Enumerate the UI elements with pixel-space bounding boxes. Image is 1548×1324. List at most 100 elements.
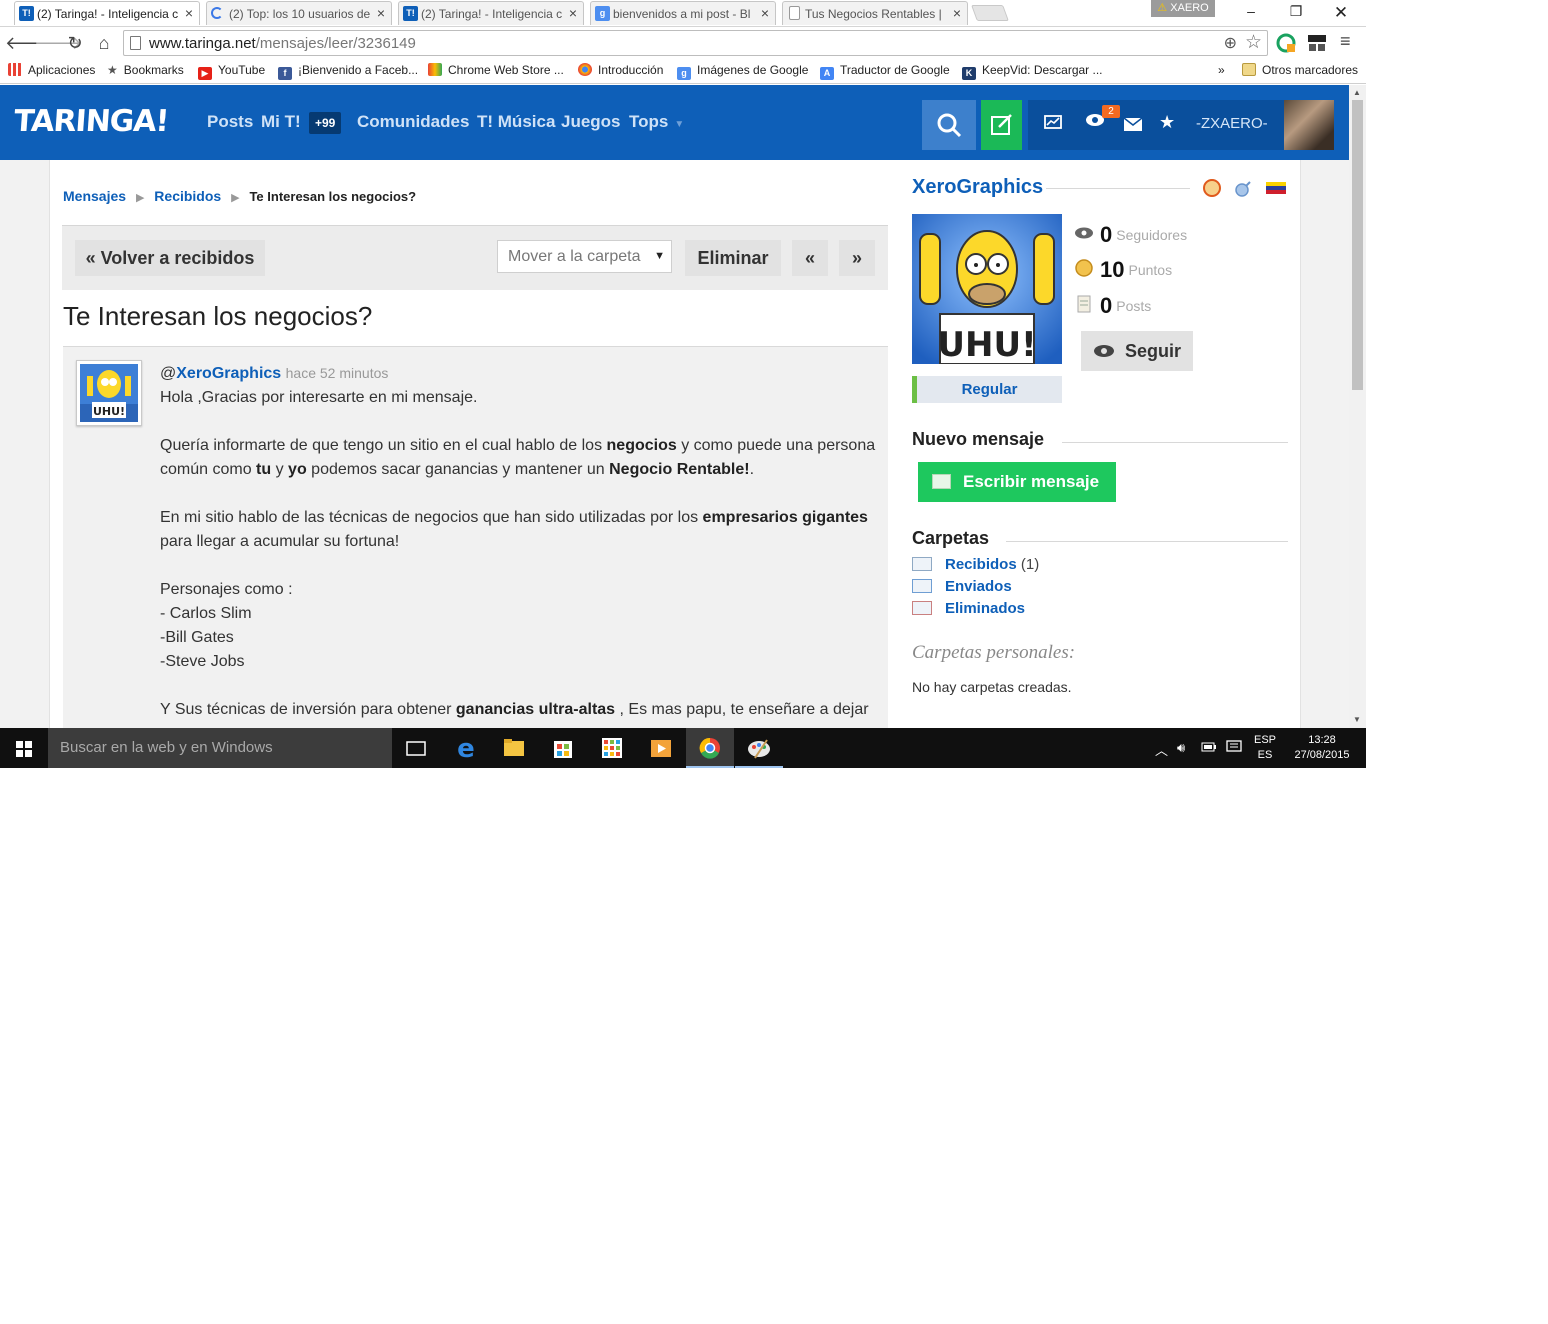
folder-recibidos[interactable]: Recibidos (1) [912,556,1039,573]
tab-taringa-2[interactable]: T! (2) Taringa! - Inteligencia c × [398,1,584,25]
url-text[interactable]: www.taringa.net/mensajes/leer/3236149 [149,35,416,52]
folder-enviados[interactable]: Enviados [912,578,1012,595]
nav-posts[interactable]: Posts [207,112,253,132]
tab-title: Tus Negocios Rentables | [805,7,942,21]
action-center-icon[interactable] [1226,740,1242,757]
nav-comunidades[interactable]: Comunidades [357,112,469,132]
move-to-folder-select[interactable]: Mover a la carpeta ▼ [497,240,672,273]
start-button[interactable] [0,728,48,768]
tab-blogger[interactable]: g bienvenidos a mi post - Bl × [590,1,776,25]
new-post-button[interactable] [981,100,1022,150]
close-icon[interactable]: × [377,5,385,21]
follow-button[interactable]: Seguir [1081,331,1193,371]
home-button[interactable]: ⌂ [92,31,116,55]
page-scrollbar[interactable]: ▲ ▼ [1349,85,1366,728]
reload-button[interactable]: ↻ [63,31,87,55]
apps-grid-icon [8,63,22,76]
bookmark-apps[interactable]: Aplicaciones [8,63,95,77]
edge-app[interactable]: e [442,728,490,768]
bookmark-traductor[interactable]: A Traductor de Google [820,63,950,80]
tray-chevron-up-icon[interactable]: ︿ [1155,740,1168,759]
window-close-button[interactable]: ✕ [1318,3,1364,23]
tab-title: (2) Top: los 10 usuarios de [229,7,371,21]
bookmarks-overflow-button[interactable]: » [1218,63,1225,77]
chrome-menu-icon[interactable]: ≡ [1340,31,1351,52]
bookmark-youtube[interactable]: ▶ YouTube [198,63,265,80]
write-message-button[interactable]: Escribir mensaje [918,462,1116,502]
bookmark-chrome-store[interactable]: Chrome Web Store ... [428,63,564,77]
user-avatar[interactable] [1284,100,1334,150]
tab-top-usuarios[interactable]: (2) Top: los 10 usuarios de × [206,1,392,25]
taringa-logo[interactable]: TARINGA! [13,104,170,139]
favorites-star-icon[interactable]: ★ [1159,112,1175,133]
extension-icon[interactable] [1276,33,1296,53]
message-paragraph: Y Sus técnicas de inversión para obtener… [160,701,869,718]
nav-mi-t[interactable]: Mi T! [261,112,301,132]
chrome-profile-badge[interactable]: ⚠ XAERO [1151,0,1215,17]
tab-taringa-active[interactable]: T! (2) Taringa! - Inteligencia c × [14,1,200,25]
chrome-app[interactable] [686,728,734,768]
breadcrumb-recibidos[interactable]: Recibidos [154,188,221,204]
profile-name-link[interactable]: XeroGraphics [912,176,1043,199]
scrollbar-thumb[interactable] [1352,100,1363,390]
nav-juegos[interactable]: Juegos [561,112,621,132]
tab-negocios[interactable]: Tus Negocios Rentables | × [782,1,968,25]
chevron-right-icon: ▶ [135,192,145,204]
username[interactable]: -ZXAERO- [1196,115,1268,132]
minimize-button[interactable]: – [1228,3,1274,23]
profile-image[interactable]: UHU! [912,214,1062,365]
store-app[interactable] [539,728,587,768]
bookmark-facebook[interactable]: f ¡Bienvenido a Faceb... [278,63,418,80]
close-icon[interactable]: × [185,5,193,21]
nav-tops[interactable]: Tops ▼ [629,112,684,132]
close-icon[interactable]: × [761,5,769,21]
close-icon[interactable]: × [953,5,961,21]
next-message-button[interactable]: » [839,240,875,276]
tab-strip: T! (2) Taringa! - Inteligencia c × (2) T… [0,0,1366,26]
extension-2-icon[interactable] [1307,33,1327,53]
folder-eliminados[interactable]: Eliminados [912,600,1025,617]
activity-icon[interactable] [1044,114,1062,135]
message-box: UHU! @XeroGraphics hace 52 minutos Hola … [63,346,888,728]
back-to-inbox-button[interactable]: « Volver a recibidos [75,240,265,276]
bookmark-imagenes-google[interactable]: g Imágenes de Google [677,63,808,80]
bookmark-keepvid[interactable]: K KeepVid: Descargar ... [962,63,1103,80]
taskbar-search-input[interactable]: Buscar en la web y en Windows [48,728,392,768]
forward-button[interactable]: 🡒 [34,31,82,55]
browser-toolbar: 🡐 🡒 ↻ ⌂ www.taringa.net/mensajes/leer/32… [0,26,1366,58]
task-view-button[interactable] [392,728,440,768]
back-button[interactable]: 🡐 [5,31,53,55]
close-icon[interactable]: × [569,5,577,21]
bookmark-star-icon[interactable]: ☆ [1245,31,1262,54]
media-player-app[interactable] [637,728,685,768]
battery-icon[interactable] [1201,740,1217,757]
breadcrumb-mensajes[interactable]: Mensajes [63,188,126,204]
bookmark-bookmarks[interactable]: ★ Bookmarks [107,63,184,77]
medal-icon [1203,179,1221,197]
svg-text:UHU!: UHU! [93,405,125,418]
file-explorer-app[interactable] [490,728,538,768]
volume-icon[interactable]: 🔊︎ [1177,740,1185,756]
address-bar[interactable]: www.taringa.net/mensajes/leer/3236149 ⊕ … [123,30,1268,56]
paint-app[interactable] [735,728,783,768]
bookmark-introduccion[interactable]: Introducción [578,63,663,77]
scroll-up-icon[interactable]: ▲ [1353,88,1361,97]
delete-button[interactable]: Eliminar [685,240,781,276]
search-button[interactable] [922,100,976,150]
bookmark-otros[interactable]: Otros marcadores [1242,63,1358,77]
input-language-indicator[interactable]: ESP ES [1254,733,1276,763]
screen: T! (2) Taringa! - Inteligencia c × (2) T… [0,0,1366,768]
sender-name-link[interactable]: XeroGraphics [176,365,281,382]
taskbar-clock[interactable]: 13:28 27/08/2015 [1288,733,1356,763]
restore-button[interactable]: ❐ [1273,3,1319,23]
zoom-icon[interactable]: ⊕ [1224,33,1237,53]
edge-icon: e [457,734,475,764]
calculator-app[interactable] [588,728,636,768]
scroll-down-icon[interactable]: ▼ [1353,715,1361,724]
nav-musica[interactable]: T! Música [477,112,555,132]
previous-message-button[interactable]: « [792,240,828,276]
new-tab-button[interactable] [971,5,1009,21]
sender-avatar[interactable]: UHU! [76,360,142,426]
mail-icon[interactable] [1123,115,1143,136]
divider [1006,541,1288,542]
